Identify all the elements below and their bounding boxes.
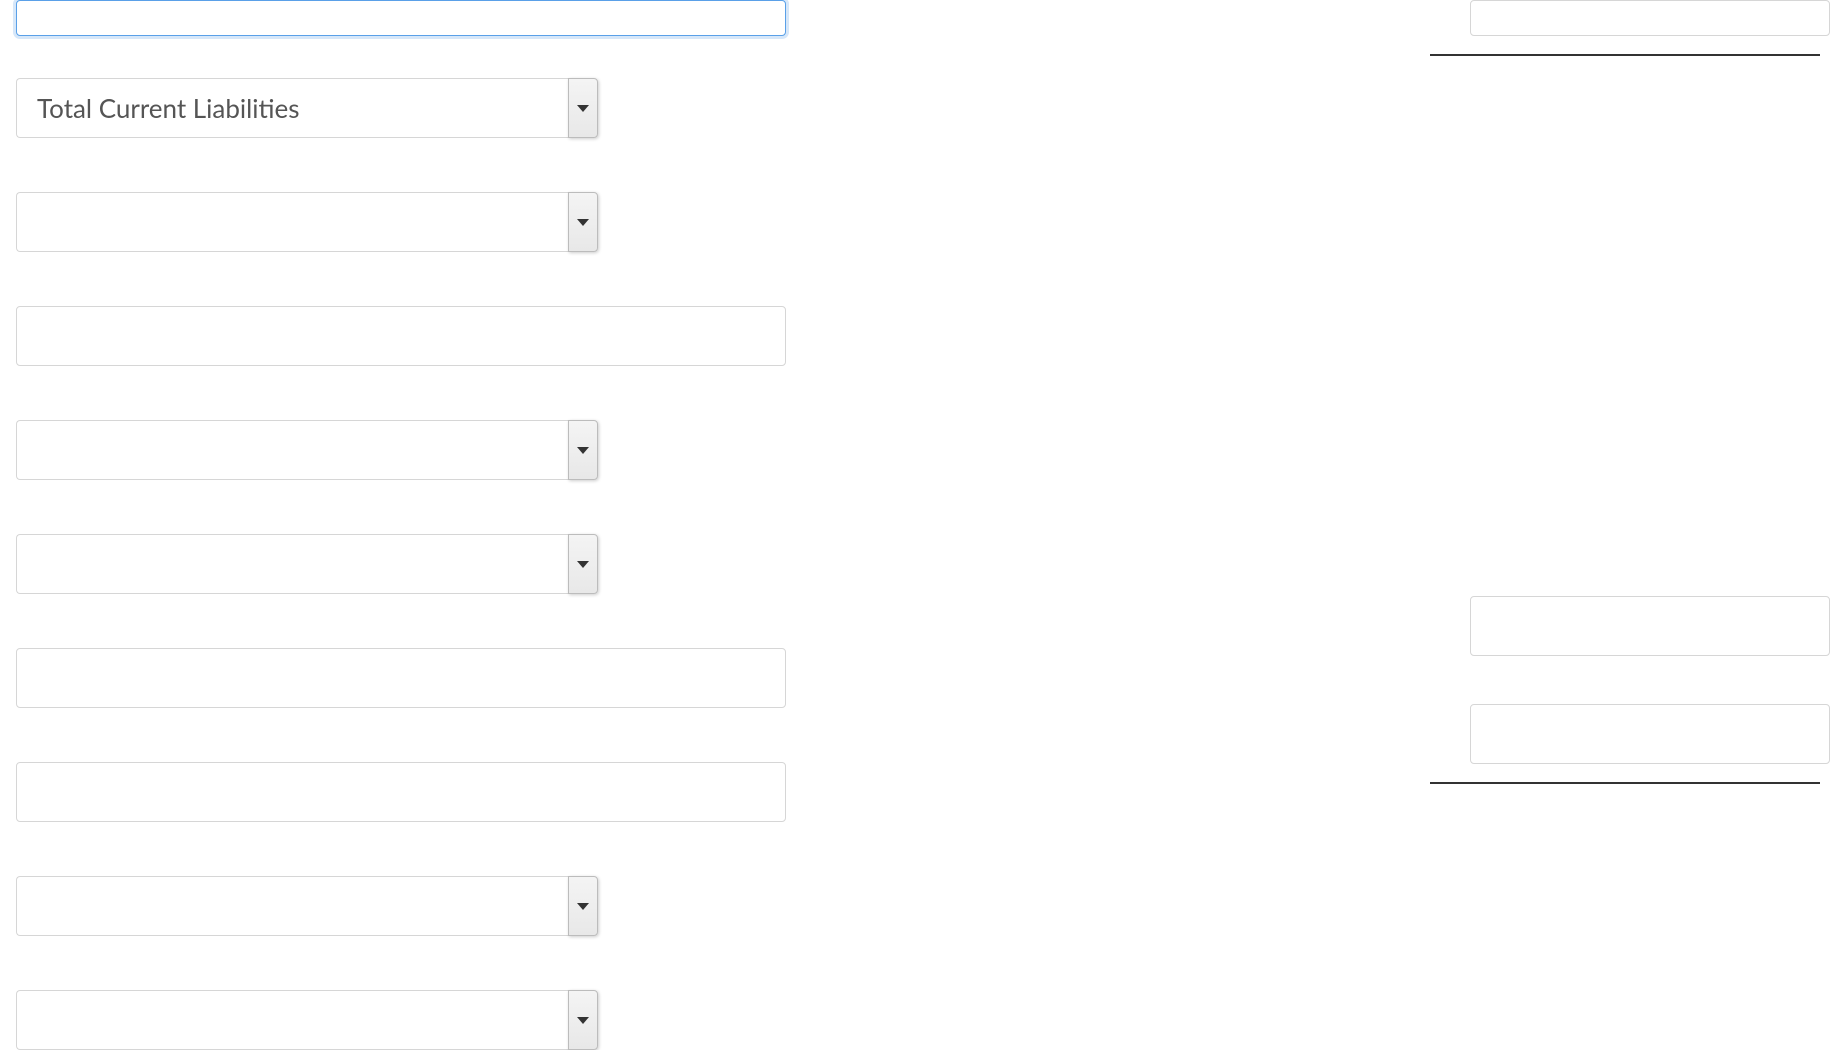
amount-input-mid-2[interactable] — [1470, 704, 1830, 764]
chevron-down-icon — [577, 903, 589, 910]
dropdown-toggle[interactable] — [568, 990, 598, 1050]
dropdown-label — [16, 534, 568, 594]
form-row — [16, 648, 796, 708]
left-column: Total Current Liabilities — [16, 0, 796, 1050]
form-row — [16, 876, 796, 936]
dropdown-5[interactable] — [16, 420, 598, 480]
form-row — [16, 306, 796, 366]
dropdown-6[interactable] — [16, 534, 598, 594]
spacer — [1430, 56, 1820, 596]
chevron-down-icon — [577, 561, 589, 568]
chevron-down-icon — [577, 105, 589, 112]
chevron-down-icon — [577, 447, 589, 454]
spacer — [1430, 656, 1820, 704]
dropdown-toggle[interactable] — [568, 534, 598, 594]
dropdown-label: Total Current Liabilities — [16, 78, 568, 138]
dropdown-9[interactable] — [16, 876, 598, 936]
dropdown-3[interactable] — [16, 192, 598, 252]
amount-input-mid-1[interactable] — [1470, 596, 1830, 656]
form-row — [16, 0, 796, 36]
text-input-8[interactable] — [16, 762, 786, 822]
form-row — [16, 534, 796, 594]
dropdown-toggle[interactable] — [568, 876, 598, 936]
form-row: Total Current Liabilities — [16, 78, 796, 138]
dropdown-10[interactable] — [16, 990, 598, 1050]
text-input-4[interactable] — [16, 306, 786, 366]
dropdown-label — [16, 192, 568, 252]
dropdown-label — [16, 990, 568, 1050]
text-input-7[interactable] — [16, 648, 786, 708]
chevron-down-icon — [577, 1017, 589, 1024]
chevron-down-icon — [577, 219, 589, 226]
dropdown-2[interactable]: Total Current Liabilities — [16, 78, 598, 138]
dropdown-label — [16, 876, 568, 936]
form-row — [16, 990, 796, 1050]
dropdown-label — [16, 420, 568, 480]
right-column — [1430, 0, 1820, 784]
dropdown-toggle[interactable] — [568, 420, 598, 480]
dropdown-toggle[interactable] — [568, 192, 598, 252]
text-input-1[interactable] — [16, 0, 786, 36]
form-row — [16, 420, 796, 480]
form-row — [16, 192, 796, 252]
dropdown-toggle[interactable] — [568, 78, 598, 138]
form-row — [16, 762, 796, 822]
subtotal-underline — [1430, 782, 1820, 784]
amount-input-top[interactable] — [1470, 0, 1830, 36]
